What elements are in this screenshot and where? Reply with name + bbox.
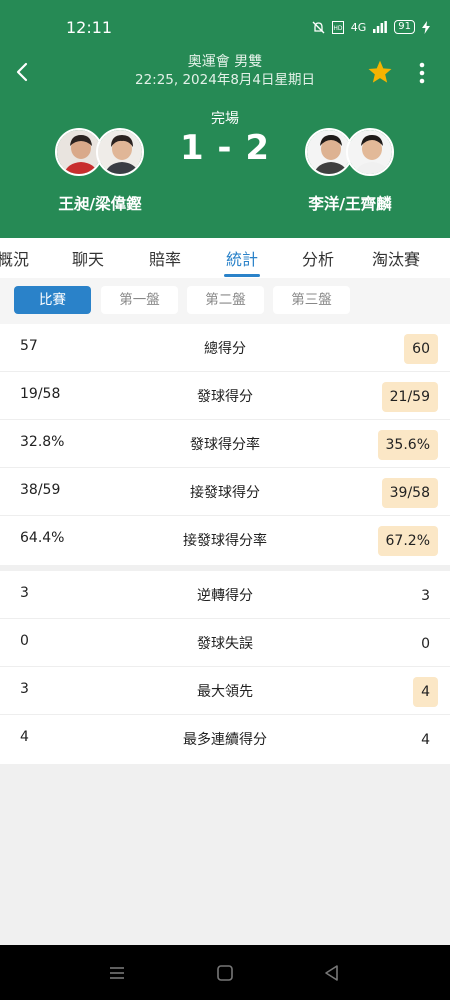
stat-label: 最多連續得分 bbox=[183, 732, 267, 748]
home-value: 38/59 bbox=[20, 482, 61, 498]
away-value: 21/59 bbox=[381, 382, 438, 412]
stat-row: 3 逆轉得分 3 bbox=[0, 571, 450, 619]
stat-row: 57 總得分 60 bbox=[0, 324, 450, 372]
home-team-name[interactable]: 王昶/梁偉鏗 bbox=[35, 192, 165, 214]
home-value: 64.4% bbox=[20, 530, 65, 546]
subtab-set-2[interactable]: 第二盤 bbox=[187, 286, 264, 314]
charging-icon bbox=[422, 20, 430, 34]
stat-row: 32.8% 發球得分率 35.6% bbox=[0, 420, 450, 468]
subtab-set-1[interactable]: 第一盤 bbox=[101, 286, 178, 314]
away-team-name[interactable]: 李洋/王齊麟 bbox=[285, 192, 415, 214]
away-value: 39/58 bbox=[381, 478, 438, 508]
match-tabs: 概況 聊天 賠率 統計 分析 淘汰賽 bbox=[0, 238, 450, 278]
subtab-set-3[interactable]: 第三盤 bbox=[273, 286, 350, 314]
stat-row: 64.4% 接發球得分率 67.2% bbox=[0, 516, 450, 564]
favorite-star-icon[interactable] bbox=[367, 59, 393, 85]
match-header: 12:11 HD 4G 91 奧運會 男雙 22:25, 2024年8月4日星期… bbox=[0, 0, 450, 238]
subtab-match[interactable]: 比賽 bbox=[14, 286, 91, 314]
away-value: 3 bbox=[421, 588, 430, 604]
stat-row: 19/58 發球得分 21/59 bbox=[0, 372, 450, 420]
stat-label: 總得分 bbox=[204, 341, 246, 357]
stats-section-1: 57 總得分 60 19/58 發球得分 21/59 32.8% 發球得分率 3… bbox=[0, 324, 450, 565]
tab-stats[interactable]: 統計 bbox=[207, 246, 277, 270]
set-selector: 比賽 第一盤 第二盤 第三盤 bbox=[0, 278, 450, 324]
status-icons: HD 4G 91 bbox=[312, 20, 430, 34]
home-icon[interactable] bbox=[215, 963, 235, 983]
away-value: 4 bbox=[413, 677, 438, 707]
status-time: 12:11 bbox=[66, 18, 113, 37]
mute-bell-icon bbox=[312, 21, 325, 33]
tab-knockout[interactable]: 淘汰賽 bbox=[356, 246, 436, 270]
away-value: 0 bbox=[421, 636, 430, 652]
stat-label: 逆轉得分 bbox=[197, 588, 253, 604]
home-value: 32.8% bbox=[20, 434, 65, 450]
tab-analysis[interactable]: 分析 bbox=[283, 246, 353, 270]
match-status: 完場 bbox=[211, 111, 239, 127]
home-value: 19/58 bbox=[20, 386, 61, 402]
away-value: 67.2% bbox=[377, 526, 438, 556]
home-value: 57 bbox=[20, 338, 38, 354]
away-value: 60 bbox=[404, 334, 438, 364]
away-player2-avatar[interactable] bbox=[346, 128, 394, 176]
stat-label: 最大領先 bbox=[197, 684, 253, 700]
home-value: 3 bbox=[20, 585, 29, 601]
home-player2-avatar[interactable] bbox=[96, 128, 144, 176]
home-value: 0 bbox=[20, 633, 29, 649]
away-value: 4 bbox=[421, 732, 430, 748]
active-tab-indicator bbox=[224, 274, 260, 277]
stat-row: 0 發球失誤 0 bbox=[0, 619, 450, 667]
tab-chat[interactable]: 聊天 bbox=[53, 246, 123, 270]
tab-odds[interactable]: 賠率 bbox=[130, 246, 200, 270]
stat-row: 3 最大領先 4 bbox=[0, 667, 450, 715]
stats-section-2: 3 逆轉得分 3 0 發球失誤 0 3 最大領先 4 4 最多連續得分 4 bbox=[0, 571, 450, 764]
home-value: 4 bbox=[20, 729, 29, 745]
network-type: 4G bbox=[350, 20, 367, 34]
signal-icon bbox=[373, 21, 388, 33]
svg-text:HD: HD bbox=[333, 25, 343, 32]
stat-row: 38/59 接發球得分 39/58 bbox=[0, 468, 450, 516]
more-menu-icon[interactable] bbox=[414, 60, 430, 86]
away-value: 35.6% bbox=[377, 430, 438, 460]
tab-overview[interactable]: 概況 bbox=[0, 246, 48, 270]
back-nav-icon[interactable] bbox=[322, 963, 342, 983]
volte-icon: HD bbox=[331, 20, 344, 34]
stat-row: 4 最多連續得分 4 bbox=[0, 715, 450, 763]
home-value: 3 bbox=[20, 681, 29, 697]
stat-label: 發球失誤 bbox=[197, 636, 253, 652]
system-nav-bar bbox=[0, 945, 450, 1000]
recent-apps-icon[interactable] bbox=[107, 963, 127, 983]
status-bar: 12:11 HD 4G 91 bbox=[0, 0, 450, 56]
battery-icon: 91 bbox=[394, 20, 415, 34]
